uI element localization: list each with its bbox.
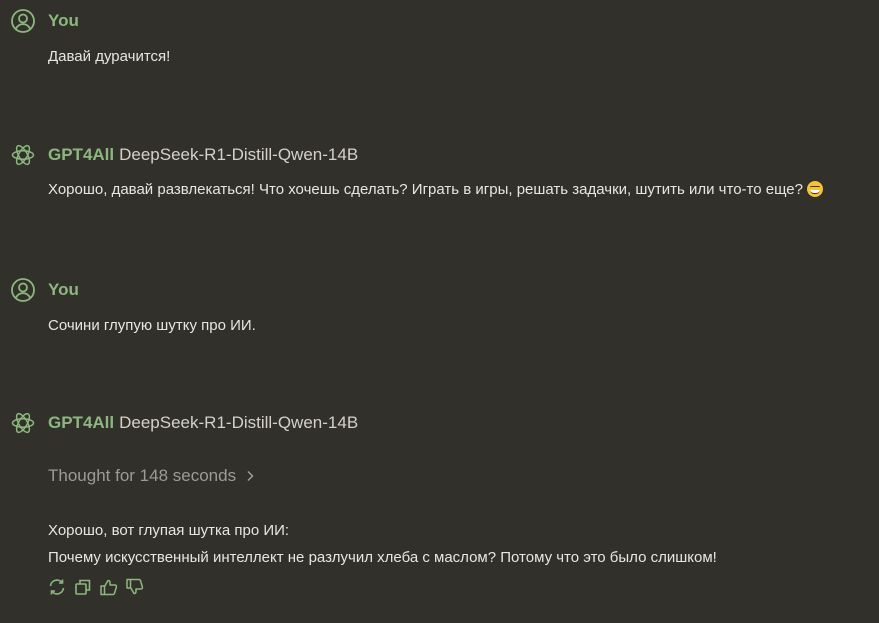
sender-name: You: [48, 280, 79, 299]
model-name: DeepSeek-R1-Distill-Qwen-14B: [119, 145, 359, 164]
message-line: Хорошо, давай развлекаться! Что хочешь с…: [48, 181, 803, 198]
sender-name: GPT4All DeepSeek-R1-Distill-Qwen-14B: [48, 413, 358, 433]
assistant-name: GPT4All: [48, 413, 115, 432]
assistant-name: GPT4All: [48, 145, 115, 164]
message-text: Давай дурачится!: [48, 48, 171, 65]
thumbs-up-icon[interactable]: [98, 576, 120, 598]
message-text: Почему искусственный интеллект не разлуч…: [48, 549, 717, 566]
sender-name: You: [48, 11, 79, 30]
gpt4all-logo-icon: [10, 410, 36, 436]
thought-toggle[interactable]: Thought for 148 seconds: [48, 466, 254, 486]
thumbs-down-icon[interactable]: [124, 576, 146, 598]
message-text: Хорошо, давай развлекаться! Что хочешь с…: [48, 181, 823, 198]
thought-label: Thought for 148 seconds: [48, 466, 237, 485]
regenerate-icon[interactable]: [46, 576, 68, 598]
sender-name: GPT4All DeepSeek-R1-Distill-Qwen-14B: [48, 145, 358, 165]
user-circle-icon: [10, 277, 36, 303]
message-actions: [46, 576, 146, 598]
user-circle-icon: [10, 8, 36, 34]
message-text: Хорошо, вот глупая шутка про ИИ:: [48, 522, 290, 539]
copy-icon[interactable]: [72, 576, 94, 598]
message-text: Сочини глупую шутку про ИИ.: [48, 317, 256, 334]
model-name: DeepSeek-R1-Distill-Qwen-14B: [119, 413, 359, 432]
grinning-face-emoji: [806, 181, 823, 197]
gpt4all-logo-icon: [10, 142, 36, 168]
chevron-right-icon: [247, 470, 254, 482]
